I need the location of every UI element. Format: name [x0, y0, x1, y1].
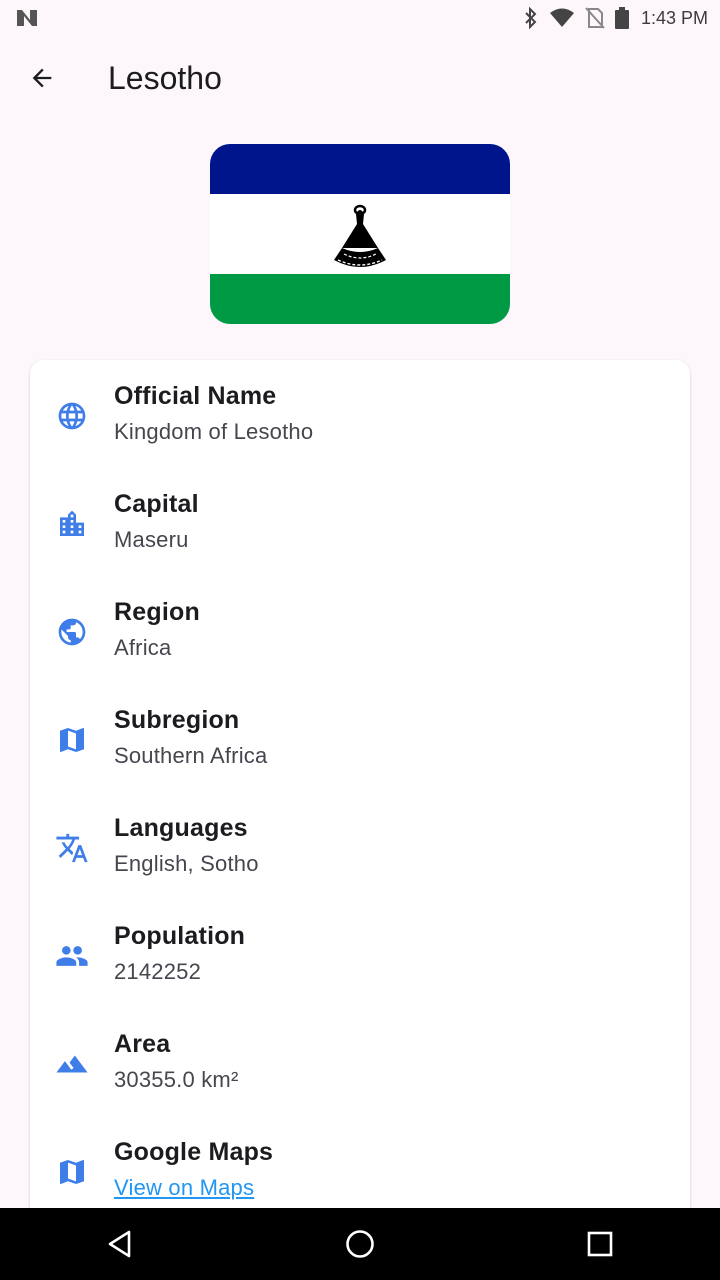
- app-bar: Lesotho: [0, 36, 720, 120]
- notification-n-icon: [16, 9, 38, 27]
- status-time: 1:43 PM: [640, 7, 708, 28]
- detail-label: Region: [114, 598, 200, 626]
- detail-row-population: Population 2142252: [30, 900, 690, 1008]
- detail-label: Area: [114, 1030, 171, 1058]
- system-nav-bar: [0, 1208, 720, 1280]
- status-bar: 1:43 PM: [0, 0, 720, 36]
- detail-value: Kingdom of Lesotho: [114, 419, 314, 444]
- mokorotlo-hat-icon: [334, 204, 386, 267]
- city-icon: [52, 504, 92, 544]
- detail-label: Population: [114, 922, 246, 950]
- back-button[interactable]: [14, 50, 70, 106]
- detail-row-official-name: Official Name Kingdom of Lesotho: [30, 360, 690, 468]
- back-triangle-icon: [108, 1230, 131, 1258]
- status-left: [16, 9, 38, 27]
- country-flag: [210, 144, 510, 324]
- detail-row-languages: Languages English, Sotho: [30, 792, 690, 900]
- map-icon: [52, 1152, 92, 1192]
- wifi-icon: [549, 8, 575, 28]
- detail-value: Africa: [114, 635, 172, 660]
- view-on-maps-link[interactable]: View on Maps: [114, 1175, 254, 1201]
- detail-label: Languages: [114, 814, 248, 842]
- arrow-back-icon: [32, 68, 52, 88]
- detail-value: Maseru: [114, 527, 189, 552]
- home-circle-icon: [346, 1230, 374, 1258]
- map-icon: [52, 720, 92, 760]
- detail-label: Official Name: [114, 382, 277, 410]
- nav-recents-button[interactable]: [564, 1208, 636, 1280]
- terrain-icon: [52, 1044, 92, 1084]
- detail-label: Subregion: [114, 706, 240, 734]
- nav-back-button[interactable]: [84, 1208, 156, 1280]
- detail-label: Google Maps: [114, 1138, 274, 1166]
- nav-home-button[interactable]: [324, 1208, 396, 1280]
- globe-icon: [52, 396, 92, 436]
- detail-row-subregion: Subregion Southern Africa: [30, 684, 690, 792]
- people-icon: [52, 936, 92, 976]
- details-card: Official Name Kingdom of Lesotho Capital…: [30, 360, 690, 1230]
- status-right: 1:43 PM: [523, 7, 708, 29]
- detail-row-region: Region Africa: [30, 576, 690, 684]
- public-globe-icon: [52, 612, 92, 652]
- bluetooth-icon: [523, 7, 539, 29]
- detail-value: 2142252: [114, 959, 202, 984]
- detail-label: Capital: [114, 490, 199, 518]
- recents-square-icon: [587, 1231, 613, 1257]
- detail-value: 30355.0 km²: [114, 1067, 239, 1092]
- detail-row-area: Area 30355.0 km²: [30, 1008, 690, 1116]
- flag-band-green: [210, 274, 510, 324]
- detail-row-capital: Capital Maseru: [30, 468, 690, 576]
- flag-band-blue: [210, 144, 510, 194]
- battery-icon: [614, 7, 629, 29]
- page-title: Lesotho: [108, 59, 222, 96]
- no-sim-icon: [585, 7, 605, 29]
- detail-value: English, Sotho: [114, 851, 259, 876]
- translate-icon: [52, 828, 92, 868]
- detail-value: Southern Africa: [114, 743, 268, 768]
